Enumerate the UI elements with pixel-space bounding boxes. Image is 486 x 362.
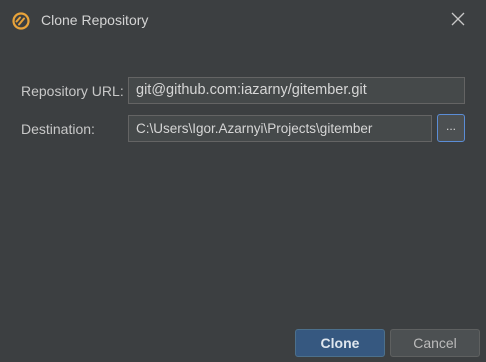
close-icon [451, 12, 465, 26]
clone-button[interactable]: Clone [295, 329, 385, 357]
destination-input[interactable]: C:\Users\Igor.Azarnyi\Projects\gitember [128, 115, 432, 142]
repository-url-input[interactable]: git@github.com:iazarny/gitember.git [128, 77, 465, 104]
close-button[interactable] [444, 6, 472, 32]
dialog-title: Clone Repository [41, 12, 149, 28]
gitember-logo-icon [11, 11, 31, 31]
repository-url-label: Repository URL: [21, 83, 124, 99]
destination-label: Destination: [21, 121, 95, 137]
clone-repository-dialog: Clone Repository Repository URL: git@git… [0, 0, 486, 362]
browse-button[interactable]: ... [437, 114, 465, 142]
title-bar[interactable]: Clone Repository [0, 0, 486, 40]
cancel-button[interactable]: Cancel [390, 329, 480, 357]
